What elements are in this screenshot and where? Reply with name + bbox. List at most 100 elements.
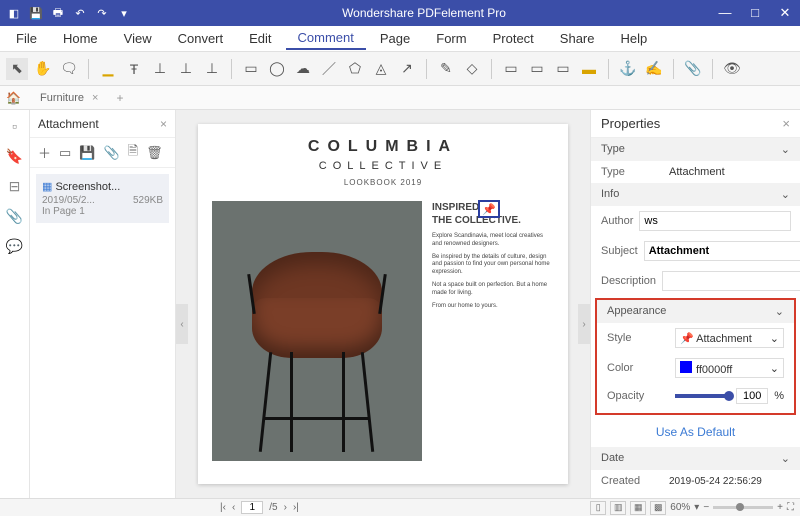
hide-annotations-icon[interactable]: 👁 (721, 58, 743, 80)
use-as-default-button[interactable]: Use As Default (591, 417, 800, 447)
attachment-item[interactable]: ▦ Screenshot... 2019/05/2...529KB In Pag… (36, 174, 169, 223)
highlight-icon[interactable]: ▁ (97, 58, 119, 80)
view-cont-facing-icon[interactable]: ▩ (650, 501, 666, 515)
doc-tagline: LOOKBOOK 2019 (212, 178, 554, 187)
attachment-desc-icon[interactable]: 🗎 (128, 142, 138, 164)
strike-icon[interactable]: Ŧ (123, 58, 145, 80)
menu-form[interactable]: Form (424, 28, 478, 49)
zoom-out-icon[interactable]: − (703, 502, 709, 513)
fullscreen-icon[interactable]: ⛶ (787, 502, 794, 513)
section-type[interactable]: Type⌄ (591, 138, 800, 161)
qat-dropdown-icon[interactable]: ▾ (116, 5, 132, 21)
menu-view[interactable]: View (112, 28, 164, 49)
next-page-handle[interactable]: › (578, 304, 590, 344)
label-type: Type (601, 166, 663, 178)
prev-page-icon[interactable]: ‹ (232, 502, 235, 513)
arrow-icon[interactable]: ↗ (396, 58, 418, 80)
close-button[interactable]: ✕ (776, 5, 794, 21)
attachment-link-icon[interactable]: 📎 (104, 145, 120, 161)
cloud-icon[interactable]: ☁ (292, 58, 314, 80)
view-single-icon[interactable]: ▯ (590, 501, 606, 515)
menu-share[interactable]: Share (548, 28, 607, 49)
line-icon[interactable]: ／ (318, 58, 340, 80)
stamp-icon[interactable]: ⚓ (617, 58, 639, 80)
textbox-icon[interactable]: ▭ (500, 58, 522, 80)
attachment-save-icon[interactable]: 💾 (79, 145, 95, 161)
area-highlight-icon[interactable]: ▬ (578, 58, 600, 80)
search-panel-icon[interactable]: ⊟ (5, 176, 25, 196)
eraser-icon[interactable]: ◇ (461, 58, 483, 80)
view-continuous-icon[interactable]: ▥ (610, 501, 626, 515)
label-opacity: Opacity (607, 390, 669, 402)
prev-page-handle[interactable]: ‹ (176, 304, 188, 344)
next-page-icon[interactable]: › (284, 502, 287, 513)
menu-protect[interactable]: Protect (481, 28, 546, 49)
menu-help[interactable]: Help (609, 28, 660, 49)
maximize-button[interactable]: □ (746, 5, 764, 21)
zoom-in-icon[interactable]: + (777, 502, 783, 513)
comments-panel-icon[interactable]: 💬 (5, 236, 25, 256)
menu-file[interactable]: File (4, 28, 49, 49)
menu-edit[interactable]: Edit (237, 28, 283, 49)
opacity-slider[interactable] (675, 394, 730, 398)
attachments-panel-icon[interactable]: 📎 (5, 206, 25, 226)
section-date[interactable]: Date⌄ (591, 447, 800, 470)
thumbnails-icon[interactable]: ▫ (5, 116, 25, 136)
section-info[interactable]: Info⌄ (591, 183, 800, 206)
app-icon: ◧ (6, 5, 22, 21)
opacity-input[interactable] (736, 388, 768, 404)
hero-h2: THE COLLECTIVE. (432, 215, 521, 226)
tab-close-icon[interactable]: × (92, 92, 98, 104)
percent-label: % (774, 390, 784, 402)
style-select[interactable]: 📌 Attachment⌄ (675, 328, 784, 348)
underline-icon[interactable]: ⊥ (149, 58, 171, 80)
polygon-icon[interactable]: ⬠ (344, 58, 366, 80)
menu-comment[interactable]: Comment (286, 27, 366, 50)
page-input[interactable] (241, 501, 263, 514)
bookmarks-icon[interactable]: 🔖 (5, 146, 25, 166)
color-select[interactable]: ff0000ff⌄ (675, 358, 784, 378)
properties-close-icon[interactable]: × (782, 116, 790, 131)
author-input[interactable] (639, 211, 791, 231)
view-facing-icon[interactable]: ▦ (630, 501, 646, 515)
page-total: /5 (269, 502, 277, 513)
undo-icon[interactable]: ↶ (72, 5, 88, 21)
attachment-panel-close-icon[interactable]: × (160, 117, 167, 131)
squiggly-icon[interactable]: ⊥ (175, 58, 197, 80)
add-tab-icon[interactable]: + (116, 91, 123, 105)
polyline-icon[interactable]: ◬ (370, 58, 392, 80)
callout-icon[interactable]: ▭ (526, 58, 548, 80)
document-tab[interactable]: Furniture × (30, 90, 108, 106)
caret-icon[interactable]: ⊥ (201, 58, 223, 80)
last-page-icon[interactable]: ›| (293, 502, 299, 513)
typewriter-icon[interactable]: ▭ (552, 58, 574, 80)
pencil-icon[interactable]: ✎ (435, 58, 457, 80)
home-tab-icon[interactable]: 🏠 (6, 91, 24, 105)
select-tool-icon[interactable]: ⬉ (6, 58, 28, 80)
minimize-button[interactable]: — (716, 5, 734, 21)
oval-icon[interactable]: ◯ (266, 58, 288, 80)
zoom-slider[interactable] (713, 506, 773, 509)
attachment-annotation-icon[interactable]: 📌 (478, 200, 500, 218)
section-appearance[interactable]: Appearance⌄ (597, 300, 794, 323)
menu-page[interactable]: Page (368, 28, 422, 49)
subject-input[interactable] (644, 241, 800, 261)
menu-convert[interactable]: Convert (166, 28, 236, 49)
menu-home[interactable]: Home (51, 28, 110, 49)
first-page-icon[interactable]: |‹ (220, 502, 226, 513)
print-icon[interactable]: 🖶 (50, 5, 66, 21)
doc-brand: COLUMBIA (212, 138, 554, 156)
attachment-add-icon[interactable]: ＋ (38, 143, 51, 162)
attach-icon[interactable]: 📎 (682, 58, 704, 80)
attachment-open-icon[interactable]: ▭ (59, 145, 71, 161)
redo-icon[interactable]: ↷ (94, 5, 110, 21)
save-icon[interactable]: 💾 (28, 5, 44, 21)
signature-icon[interactable]: ✍ (643, 58, 665, 80)
rect-icon[interactable]: ▭ (240, 58, 262, 80)
description-input[interactable] (662, 271, 800, 291)
attachment-delete-icon[interactable]: 🗑 (146, 145, 163, 161)
hand-tool-icon[interactable]: ✋ (32, 58, 54, 80)
zoom-dropdown-icon[interactable]: ▾ (694, 502, 699, 513)
chevron-down-icon: ⌄ (781, 143, 790, 156)
note-tool-icon[interactable]: 🗨 (58, 58, 80, 80)
